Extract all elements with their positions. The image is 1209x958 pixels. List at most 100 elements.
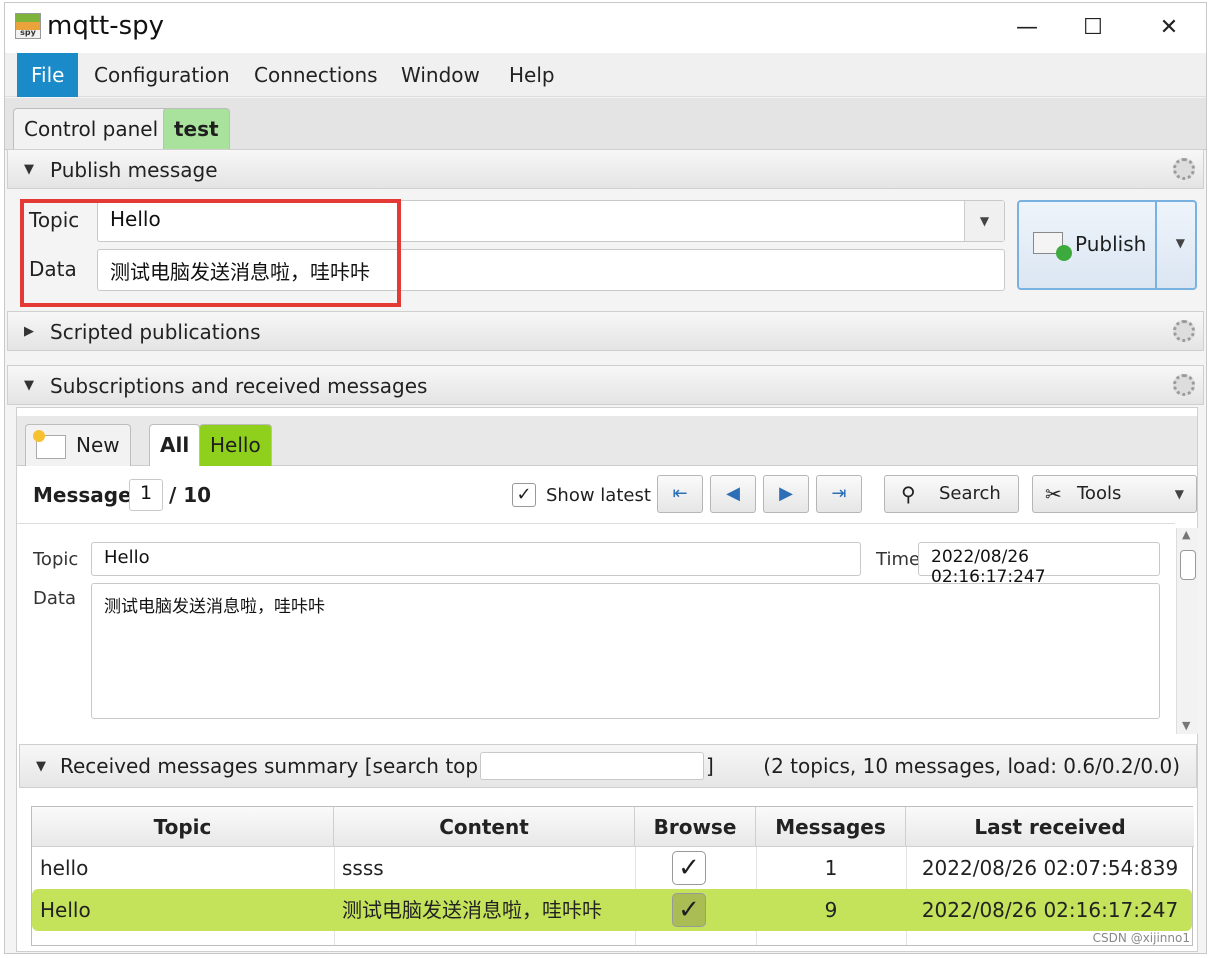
minimize-button[interactable]: —	[1007, 13, 1047, 43]
mqtt-spy-logo-icon: spy	[15, 13, 41, 39]
row-content: 测试电脑发送消息啦，哇咔咔	[342, 898, 602, 922]
menu-bar: File Configuration Connections Window He…	[5, 53, 1206, 97]
row-content: ssss	[342, 856, 384, 880]
collapse-arrow-icon: ▼	[24, 378, 34, 393]
subscriptions-section-header[interactable]: ▼ Subscriptions and received messages	[7, 365, 1204, 405]
window-title: mqtt-spy	[47, 11, 165, 41]
previous-icon: ◀	[726, 483, 740, 504]
scroll-up-icon[interactable]: ▲	[1182, 528, 1190, 541]
detail-topic-field[interactable]: Hello	[91, 542, 861, 576]
publish-section-title: Publish message	[50, 158, 218, 182]
publish-section-header[interactable]: ▼ Publish message	[7, 149, 1204, 189]
row-messages: 9	[824, 898, 838, 922]
row-messages: 1	[824, 856, 838, 880]
publish-data-input[interactable]: 测试电脑发送消息啦，哇咔咔	[97, 249, 1005, 291]
title-bar: spy mqtt-spy — ☐ ✕	[5, 3, 1206, 53]
scripted-section-title: Scripted publications	[50, 320, 261, 344]
maximize-button[interactable]: ☐	[1073, 13, 1113, 43]
column-header-messages[interactable]: Messages	[756, 807, 906, 847]
last-message-button[interactable]: ⇥	[816, 475, 862, 513]
menu-window[interactable]: Window	[387, 53, 494, 97]
connection-tabs: Control panel test	[5, 98, 1206, 150]
app-window: spy mqtt-spy — ☐ ✕ File Configuration Co…	[4, 2, 1207, 954]
scroll-thumb[interactable]	[1180, 550, 1196, 580]
gear-icon[interactable]	[1173, 374, 1195, 396]
summary-title-end: ]	[706, 754, 714, 778]
tab-control-panel[interactable]: Control panel	[13, 108, 170, 150]
show-latest-label: Show latest	[546, 485, 651, 506]
scroll-down-icon[interactable]: ▼	[1182, 719, 1190, 732]
chevron-down-icon[interactable]: ▼	[964, 201, 1004, 241]
table-row-selected[interactable]: Hello 测试电脑发送消息啦，哇咔咔 ✓ 9 2022/08/26 02:16…	[32, 889, 1192, 931]
browse-checkbox[interactable]: ✓	[672, 851, 706, 885]
summary-title: Received messages summary [search topics…	[60, 754, 512, 778]
row-topic: hello	[40, 856, 89, 880]
show-latest-checkbox[interactable]: ✓	[512, 483, 536, 507]
menu-file[interactable]: File	[17, 53, 79, 97]
tab-all[interactable]: All	[149, 424, 201, 466]
publish-button[interactable]: Publish ▼	[1017, 200, 1197, 290]
table-row[interactable]: hello ssss ✓ 1 2022/08/26 02:07:54:839	[32, 847, 1192, 889]
row-last-received: 2022/08/26 02:16:17:247	[921, 898, 1179, 922]
publish-options-chevron-icon[interactable]: ▼	[1176, 236, 1185, 250]
subscriptions-section-title: Subscriptions and received messages	[50, 374, 428, 398]
detail-time-label: Time	[876, 549, 921, 570]
next-icon: ▶	[779, 483, 793, 504]
first-icon: ⇤	[672, 483, 688, 504]
last-icon: ⇥	[831, 483, 847, 504]
row-last-received: 2022/08/26 02:07:54:839	[921, 856, 1179, 880]
detail-scrollbar[interactable]: ▲ ▼	[1176, 528, 1198, 734]
new-subscription-button[interactable]: New	[25, 424, 131, 466]
column-header-browse[interactable]: Browse	[635, 807, 756, 847]
publish-data-value: 测试电脑发送消息啦，哇咔咔	[110, 260, 370, 284]
tab-test[interactable]: test	[163, 108, 230, 150]
envelope-send-icon	[1033, 232, 1072, 261]
publish-topic-value: Hello	[110, 207, 161, 231]
column-header-content[interactable]: Content	[334, 807, 635, 847]
message-total: / 10	[169, 483, 212, 507]
new-subscription-icon	[33, 429, 66, 459]
next-message-button[interactable]: ▶	[763, 475, 809, 513]
gear-icon[interactable]	[1173, 320, 1195, 342]
column-header-last-received[interactable]: Last received	[906, 807, 1194, 847]
close-button[interactable]: ✕	[1149, 13, 1189, 43]
data-label: Data	[29, 257, 77, 281]
new-label: New	[76, 433, 120, 457]
menu-configuration[interactable]: Configuration	[80, 53, 244, 97]
detail-topic-label: Topic	[33, 549, 79, 570]
tools-icon: ✂	[1045, 482, 1062, 506]
row-topic: Hello	[40, 898, 91, 922]
search-button[interactable]: ⚲ Search	[884, 475, 1019, 513]
expand-arrow-icon: ▶	[24, 324, 34, 339]
summary-section-header[interactable]: ▼ Received messages summary [search topi…	[19, 744, 1197, 788]
detail-data-area[interactable]: 测试电脑发送消息啦，哇咔咔	[91, 583, 1160, 719]
message-index-input[interactable]: 1	[129, 479, 163, 511]
tools-label: Tools	[1077, 483, 1122, 504]
gear-icon[interactable]	[1173, 158, 1195, 180]
collapse-arrow-icon: ▼	[24, 162, 34, 177]
publish-button-label: Publish	[1075, 232, 1147, 256]
summary-table: Topic Content Browse Messages Last recei…	[31, 806, 1194, 946]
tab-hello[interactable]: Hello	[199, 424, 272, 466]
menu-help[interactable]: Help	[495, 53, 569, 97]
previous-message-button[interactable]: ◀	[710, 475, 756, 513]
topic-label: Topic	[29, 208, 80, 232]
binoculars-icon: ⚲	[901, 482, 916, 506]
browse-checkbox[interactable]: ✓	[672, 893, 706, 927]
column-header-topic[interactable]: Topic	[32, 807, 334, 847]
detail-time-field[interactable]: 2022/08/26 02:16:17:247	[918, 542, 1160, 587]
publish-topic-combo[interactable]: Hello ▼	[97, 200, 1005, 242]
first-message-button[interactable]: ⇤	[657, 475, 703, 513]
subscription-tabs: New All Hello	[17, 416, 1197, 466]
watermark: CSDN @xijinno1	[1092, 931, 1190, 945]
message-label: Message	[33, 483, 132, 507]
tools-button[interactable]: ✂ Tools ▼	[1032, 475, 1197, 513]
search-topics-input[interactable]	[480, 752, 704, 780]
collapse-arrow-icon: ▼	[36, 759, 46, 774]
chevron-down-icon[interactable]: ▼	[1175, 476, 1184, 512]
scripted-section-header[interactable]: ▶ Scripted publications	[7, 311, 1204, 351]
menu-connections[interactable]: Connections	[240, 53, 392, 97]
search-label: Search	[939, 483, 1001, 504]
detail-data-label: Data	[33, 588, 76, 609]
summary-stats: (2 topics, 10 messages, load: 0.6/0.2/0.…	[763, 754, 1180, 778]
